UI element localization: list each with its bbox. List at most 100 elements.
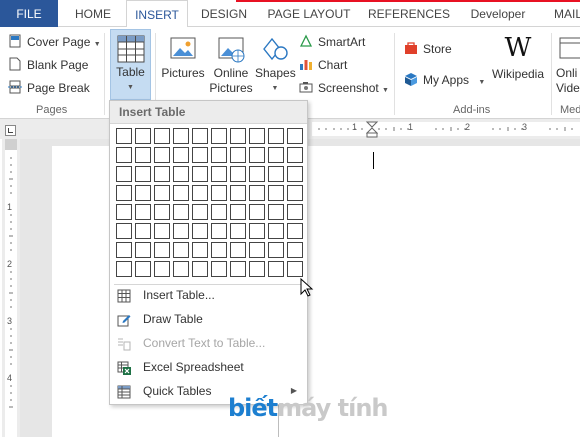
table-grid-cell[interactable] [154,185,170,201]
page-break-button[interactable]: Page Break [8,78,90,98]
table-grid-cell[interactable] [135,223,151,239]
table-grid-cell[interactable] [154,223,170,239]
chart-button[interactable]: Chart [299,55,347,75]
table-grid-cell[interactable] [192,166,208,182]
table-grid-cell[interactable] [230,261,246,277]
online-video-button[interactable]: Onli Vide [556,33,580,99]
table-grid-cell[interactable] [230,242,246,258]
table-grid-cell[interactable] [211,223,227,239]
table-grid-cell[interactable] [173,204,189,220]
table-grid-cell[interactable] [230,147,246,163]
table-grid-cell[interactable] [268,204,284,220]
table-grid-cell[interactable] [173,128,189,144]
table-grid-cell[interactable] [135,166,151,182]
table-grid-cell[interactable] [154,128,170,144]
online-pictures-button[interactable]: Online Pictures [208,33,254,99]
table-grid-cell[interactable] [192,261,208,277]
table-grid-cell[interactable] [154,166,170,182]
table-grid-cell[interactable] [116,204,132,220]
table-grid-cell[interactable] [135,147,151,163]
table-grid-cell[interactable] [230,204,246,220]
table-grid-cell[interactable] [192,147,208,163]
table-grid-cell[interactable] [135,128,151,144]
tab-references[interactable]: REFERENCES [362,0,456,27]
table-button[interactable]: Table ▼ [110,29,151,100]
table-grid-cell[interactable] [249,242,265,258]
table-grid-cell[interactable] [211,242,227,258]
table-grid-cell[interactable] [173,261,189,277]
table-grid-cell[interactable] [173,166,189,182]
table-grid-cell[interactable] [287,128,303,144]
table-grid-cell[interactable] [154,204,170,220]
tab-developer[interactable]: Developer [462,0,534,27]
insert-table-menu-item[interactable]: Insert Table... [111,284,307,306]
table-grid-cell[interactable] [135,204,151,220]
cover-page-button[interactable]: Cover Page ▼ [8,32,101,52]
table-grid-cell[interactable] [116,261,132,277]
wikipedia-button[interactable]: W Wikipedia [488,33,548,83]
table-grid-cell[interactable] [249,185,265,201]
tab-home[interactable]: HOME [62,0,124,27]
table-grid-cell[interactable] [249,204,265,220]
table-grid-cell[interactable] [268,128,284,144]
smartart-button[interactable]: SmartArt [299,32,365,52]
tab-selector-icon[interactable] [5,125,16,136]
table-grid-cell[interactable] [287,223,303,239]
table-grid-cell[interactable] [154,242,170,258]
table-size-grid[interactable] [116,128,303,277]
table-grid-cell[interactable] [268,223,284,239]
table-grid-cell[interactable] [173,223,189,239]
table-grid-cell[interactable] [268,166,284,182]
table-grid-cell[interactable] [116,185,132,201]
tab-file[interactable]: FILE [0,0,58,27]
tab-design[interactable]: DESIGN [192,0,256,27]
excel-spreadsheet-menu-item[interactable]: Excel Spreadsheet [111,356,307,378]
table-grid-cell[interactable] [192,223,208,239]
table-grid-cell[interactable] [230,128,246,144]
table-grid-cell[interactable] [135,261,151,277]
table-grid-cell[interactable] [211,128,227,144]
shapes-button[interactable]: Shapes ▼ [255,33,296,99]
table-grid-cell[interactable] [192,185,208,201]
table-grid-cell[interactable] [287,242,303,258]
table-grid-cell[interactable] [230,166,246,182]
table-grid-cell[interactable] [116,128,132,144]
table-grid-cell[interactable] [249,147,265,163]
screenshot-button[interactable]: Screenshot ▼ [299,78,389,98]
indent-marker-icon[interactable] [366,121,378,139]
table-grid-cell[interactable] [116,223,132,239]
table-grid-cell[interactable] [268,185,284,201]
draw-table-menu-item[interactable]: Draw Table [111,308,307,330]
tab-mailings[interactable]: MAIL [544,0,580,27]
table-grid-cell[interactable] [192,128,208,144]
table-grid-cell[interactable] [287,166,303,182]
table-grid-cell[interactable] [192,242,208,258]
table-grid-cell[interactable] [287,261,303,277]
table-grid-cell[interactable] [192,204,208,220]
table-grid-cell[interactable] [249,223,265,239]
pictures-button[interactable]: Pictures [160,33,206,99]
table-grid-cell[interactable] [268,242,284,258]
table-grid-cell[interactable] [173,242,189,258]
tab-page-layout[interactable]: PAGE LAYOUT [262,0,356,27]
table-grid-cell[interactable] [173,185,189,201]
table-grid-cell[interactable] [211,166,227,182]
table-grid-cell[interactable] [287,204,303,220]
table-grid-cell[interactable] [211,185,227,201]
my-apps-button[interactable]: My Apps ▼ [404,70,485,90]
table-grid-cell[interactable] [173,147,189,163]
table-grid-cell[interactable] [154,147,170,163]
table-grid-cell[interactable] [268,261,284,277]
table-grid-cell[interactable] [116,147,132,163]
table-grid-cell[interactable] [230,185,246,201]
table-grid-cell[interactable] [230,223,246,239]
table-grid-cell[interactable] [268,147,284,163]
table-grid-cell[interactable] [287,185,303,201]
store-button[interactable]: Store [404,39,452,59]
table-grid-cell[interactable] [249,128,265,144]
table-grid-cell[interactable] [211,204,227,220]
tab-insert[interactable]: INSERT [126,0,188,28]
table-grid-cell[interactable] [116,242,132,258]
table-grid-cell[interactable] [211,147,227,163]
table-grid-cell[interactable] [135,242,151,258]
